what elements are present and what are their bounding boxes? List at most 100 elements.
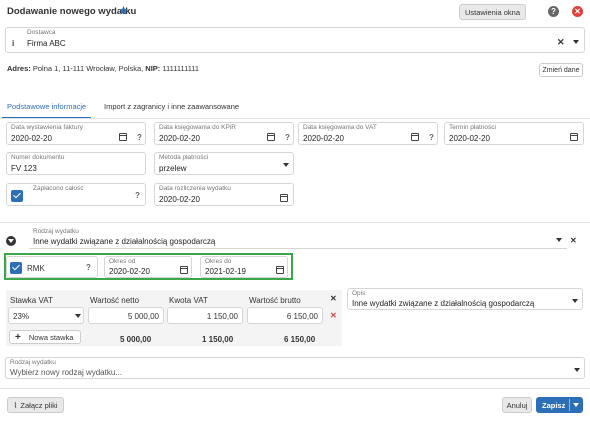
vat-date-field[interactable]: Data księgowania do VAT 2020-02-20 ? xyxy=(298,122,438,145)
address-text: Polna 1, 11-111 Wrocław, Polska, xyxy=(32,64,144,73)
address-line: Adres: Polna 1, 11-111 Wrocław, Polska, … xyxy=(7,64,199,73)
chevron-down-icon[interactable] xyxy=(573,40,579,44)
calendar-icon[interactable] xyxy=(276,266,284,274)
period-from-field[interactable]: Okres od 2020-02-20 xyxy=(104,256,192,278)
new-expense-type-label: Rodzaj wydatku xyxy=(10,359,56,366)
settlement-date-field[interactable]: Data rozliczenia wydatku 2020-02-20 xyxy=(154,183,294,206)
payment-method-select[interactable]: Metoda płatności przelew xyxy=(154,152,294,175)
chevron-down-icon[interactable] xyxy=(556,238,562,242)
supplier-value: Firma ABC xyxy=(27,39,66,48)
header-net: Wartość netto xyxy=(90,296,140,305)
description-label: Opis xyxy=(352,290,366,297)
kpir-date-value: 2020-02-20 xyxy=(159,134,200,143)
issue-date-field[interactable]: Data wystawienia faktury 2020-02-20 ? xyxy=(6,122,146,145)
expense-type-value: Inne wydatki związane z działalnością go… xyxy=(33,237,216,246)
change-data-button[interactable]: Zmień dane xyxy=(539,63,583,77)
remove-expense-icon[interactable]: ✕ xyxy=(570,236,577,245)
calendar-icon[interactable] xyxy=(180,266,188,274)
help-icon[interactable]: ? xyxy=(285,133,290,142)
period-to-label: Okres do xyxy=(205,258,232,265)
kpir-date-field[interactable]: Data księgowania do KPiR 2020-02-20 ? xyxy=(154,122,294,145)
rmk-checkbox[interactable] xyxy=(10,262,22,274)
plus-icon: + xyxy=(15,331,21,343)
vat-rate-select[interactable]: 23% xyxy=(8,307,84,324)
settlement-date-value: 2020-02-20 xyxy=(159,195,200,204)
help-icon[interactable]: ? xyxy=(135,191,140,200)
issue-date-label: Data wystawienia faktury xyxy=(11,124,83,131)
paid-in-full-label: Zapłacono całość xyxy=(33,185,84,192)
new-expense-type-placeholder: Wybierz nowy rodzaj wydatku... xyxy=(10,368,122,377)
tab-basic-info[interactable]: Podstawowe informacje xyxy=(7,102,86,111)
due-date-field[interactable]: Termin płatności 2020-02-20 xyxy=(444,122,584,145)
close-icon[interactable]: ✕ xyxy=(572,6,583,17)
header-vat-rate: Stawka VAT xyxy=(10,296,53,305)
help-icon[interactable]: ? xyxy=(86,263,91,272)
supplier-label: Dostawca xyxy=(27,29,56,36)
supplier-field[interactable]: Dostawca i Firma ABC ✕ xyxy=(5,27,585,53)
cancel-button[interactable]: Anuluj xyxy=(502,397,532,413)
chevron-down-icon[interactable] xyxy=(572,299,578,303)
kpir-date-label: Data księgowania do KPiR xyxy=(159,124,236,131)
vat-date-label: Data księgowania do VAT xyxy=(303,124,377,131)
total-vat: 1 150,00 xyxy=(202,335,234,344)
document-number-label: Numer dokumentu xyxy=(11,154,65,161)
total-gross: 6 150,00 xyxy=(284,335,316,344)
net-value-input[interactable]: 5 000,00 xyxy=(88,307,164,324)
calendar-icon[interactable] xyxy=(119,133,127,141)
page-title: Dodawanie nowego wydatku xyxy=(7,6,137,17)
paid-in-full-checkbox[interactable] xyxy=(11,190,23,202)
nip-label: NIP: xyxy=(145,64,161,73)
vat-rate-value: 23% xyxy=(13,312,30,321)
collapse-chevron-icon[interactable] xyxy=(6,236,16,246)
help-icon[interactable]: ? xyxy=(429,133,434,142)
remove-row-icon[interactable]: ✕ xyxy=(330,311,337,320)
payment-method-label: Metoda płatności xyxy=(159,154,209,161)
document-number-value: FV 123 xyxy=(11,164,37,173)
period-from-value: 2020-02-20 xyxy=(109,267,150,276)
footer-divider xyxy=(0,388,590,389)
close-icon[interactable]: ✕ xyxy=(330,294,337,303)
gross-value-input[interactable]: 6 150,00 xyxy=(247,307,323,324)
gross-value: 6 150,00 xyxy=(286,312,318,321)
help-icon[interactable]: ? xyxy=(137,133,142,142)
payment-method-value: przelew xyxy=(159,164,187,173)
add-rate-label: Nowa stawka xyxy=(28,332,74,342)
calendar-icon[interactable] xyxy=(411,133,419,141)
new-expense-type-select[interactable]: Rodzaj wydatku Wybierz nowy rodzaj wydat… xyxy=(5,357,585,379)
tabs-divider xyxy=(0,118,590,119)
rmk-field[interactable]: RMK ? xyxy=(6,256,98,278)
vat-date-value: 2020-02-20 xyxy=(303,134,344,143)
header-gross: Wartość brutto xyxy=(249,296,301,305)
save-divider xyxy=(569,399,570,411)
document-number-field[interactable]: Numer dokumentu FV 123 xyxy=(6,152,146,175)
chevron-down-icon[interactable] xyxy=(283,163,289,167)
settlement-date-label: Data rozliczenia wydatku xyxy=(159,185,231,192)
issue-date-value: 2020-02-20 xyxy=(11,134,52,143)
description-select[interactable]: Opis Inne wydatki związane z działalnośc… xyxy=(347,288,583,310)
period-to-value: 2021-02-19 xyxy=(205,267,246,276)
period-from-label: Okres od xyxy=(109,258,136,265)
paperclip-icon: ⌇ xyxy=(13,400,18,410)
chevron-down-icon[interactable] xyxy=(574,368,580,372)
attach-files-button[interactable]: ⌇ Załącz pliki xyxy=(7,397,64,413)
vat-amount-input[interactable]: 1 150,00 xyxy=(167,307,243,324)
paid-in-full-field[interactable]: Zapłacono całość ? xyxy=(6,183,146,206)
window-settings-button[interactable]: Ustawienia okna xyxy=(459,4,526,20)
address-prefix: Adres: xyxy=(7,64,31,73)
add-rate-button[interactable]: + Nowa stawka xyxy=(9,330,81,344)
calendar-icon[interactable] xyxy=(280,194,288,202)
save-button[interactable]: Zapisz xyxy=(536,397,583,413)
description-value: Inne wydatki związane z działalnością go… xyxy=(352,299,535,308)
help-icon[interactable]: ? xyxy=(548,6,559,17)
section-divider xyxy=(0,222,590,223)
expense-type-select[interactable]: Rodzaj wydatku Inne wydatki związane z d… xyxy=(29,227,567,249)
star-icon[interactable] xyxy=(118,5,129,16)
clear-icon[interactable]: ✕ xyxy=(557,37,565,48)
net-value: 5 000,00 xyxy=(127,312,159,321)
period-to-field[interactable]: Okres do 2021-02-19 xyxy=(200,256,288,278)
chevron-down-icon[interactable] xyxy=(573,403,579,407)
calendar-icon[interactable] xyxy=(267,133,275,141)
chevron-down-icon[interactable] xyxy=(75,314,81,318)
calendar-icon[interactable] xyxy=(570,133,578,141)
tab-import[interactable]: Import z zagranicy i inne zaawansowane xyxy=(104,102,239,111)
